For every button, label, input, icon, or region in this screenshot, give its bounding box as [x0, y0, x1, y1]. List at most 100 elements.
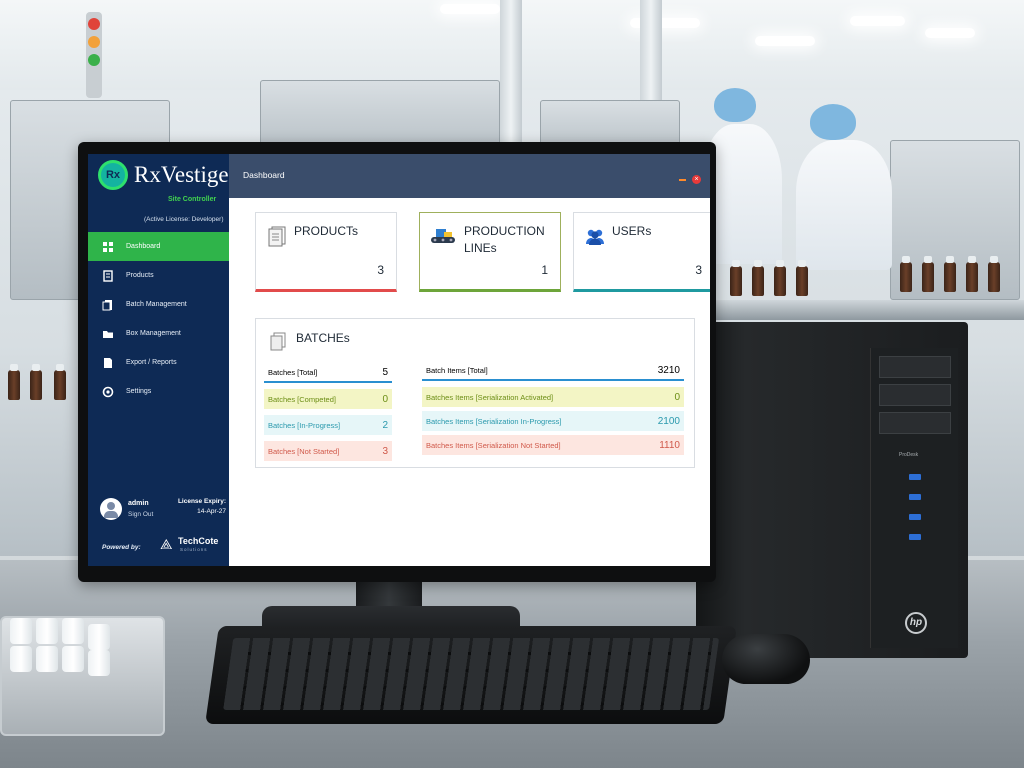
row-label: Batches [In-Progress] [268, 420, 341, 430]
keyboard[interactable] [205, 626, 737, 724]
sidebar-item-batch-management[interactable]: Batch Management [88, 290, 229, 319]
row-label: Batches [Not Started] [268, 446, 340, 456]
vendor-name: TechCote [178, 536, 219, 546]
batch-icon [102, 299, 114, 311]
batches-in-progress-row: Batches [In-Progress] 2 [264, 415, 392, 435]
mouse[interactable] [722, 634, 810, 684]
sign-out-link[interactable]: Sign Out [128, 511, 153, 518]
bottle [796, 260, 808, 296]
sidebar-item-products[interactable]: Products [88, 261, 229, 290]
powered-by-label: Powered by: [102, 544, 141, 551]
sidebar-item-label: Products [126, 272, 154, 279]
desktop-tower: ProDesk hp [696, 322, 968, 658]
row-label: Batches [Competed] [268, 394, 336, 404]
card-title: PRODUCTs [294, 224, 359, 238]
dashboard-icon [102, 241, 114, 253]
row-label: Batches Items [Serialization In-Progress… [426, 416, 562, 426]
usb-port[interactable] [909, 494, 921, 500]
production-lines-card[interactable]: PRODUCTION LINEs 1 [419, 212, 561, 292]
box-icon [102, 328, 114, 340]
row-value: 0 [382, 393, 388, 405]
batches-panel: BATCHEs Batches [Total] 5 Batches [Compe… [255, 318, 695, 468]
sidebar-item-label: Settings [126, 388, 152, 395]
card-title: USERs [612, 224, 652, 238]
row-value: 2 [382, 419, 388, 431]
conveyor [700, 300, 1024, 320]
card-value: 3 [377, 263, 384, 277]
tower-model-label: ProDesk [899, 452, 919, 458]
sidebar-item-label: Box Management [126, 330, 181, 337]
bottle [54, 364, 66, 400]
row-value: 3 [382, 445, 388, 457]
sidebar-item-export-reports[interactable]: Export / Reports [88, 348, 229, 377]
drive-bay [879, 412, 951, 434]
signal-tower [86, 12, 102, 98]
bottle [730, 260, 742, 296]
app-window: Rx RxVestige Site Controller (Active Lic… [88, 154, 710, 566]
user-panel: admin Sign Out License Expiry: 14-Apr-27 [100, 498, 228, 528]
users-card[interactable]: USERs 3 [573, 212, 710, 292]
settings-icon [102, 386, 114, 398]
ceiling-light [925, 28, 975, 38]
row-label: Batches Items [Serialization Activated] [426, 392, 554, 402]
hp-logo: hp [905, 612, 927, 634]
worker-cap [810, 104, 856, 140]
close-button[interactable]: × [692, 175, 701, 184]
bottle [30, 364, 42, 400]
documents-icon [268, 331, 288, 351]
sidebar-item-settings[interactable]: Settings [88, 377, 229, 406]
worker-cap [714, 88, 756, 122]
usb-port[interactable] [909, 514, 921, 520]
batch-items-total-row: Batch Items [Total] 3210 [422, 361, 684, 381]
sidebar: Rx RxVestige Site Controller (Active Lic… [88, 154, 229, 566]
usb-port[interactable] [909, 534, 921, 540]
conveyor-icon [430, 225, 455, 247]
sidebar-item-box-management[interactable]: Box Management [88, 319, 229, 348]
usb-port[interactable] [909, 474, 921, 480]
drive-bay [879, 384, 951, 406]
users-icon [584, 225, 606, 247]
bottle [966, 256, 978, 292]
bottle [752, 260, 764, 296]
vial [36, 646, 58, 672]
vendor-logo-icon: ⟁ [160, 536, 173, 552]
vial [10, 618, 32, 644]
logo-badge-icon: Rx [98, 160, 128, 190]
sidebar-nav: Dashboard Products Batch Management Box … [88, 232, 229, 406]
keyboard-keys[interactable] [223, 638, 720, 710]
vendor-subtitle: Solutions [180, 547, 208, 552]
batches-completed-row: Batches [Competed] 0 [264, 389, 392, 409]
bottle [900, 256, 912, 292]
vial [88, 650, 110, 676]
row-label: Batches [Total] [268, 367, 318, 377]
sidebar-item-label: Export / Reports [126, 359, 177, 366]
batches-title: BATCHEs [296, 331, 350, 345]
batch-items-not-started-row: Batches Items [Serialization Not Started… [422, 435, 684, 455]
products-card[interactable]: PRODUCTs 3 [255, 212, 397, 292]
minimize-button[interactable] [679, 179, 686, 181]
row-value: 1110 [659, 439, 680, 451]
sidebar-item-dashboard[interactable]: Dashboard [88, 232, 229, 261]
batches-total-row: Batches [Total] 5 [264, 363, 392, 383]
card-value: 1 [541, 263, 548, 277]
vendor-logo: ⟁ TechCote Solutions [160, 534, 226, 556]
ceiling-light [440, 4, 500, 14]
license-expiry-date: 14-Apr-27 [197, 508, 226, 515]
row-value: 3210 [657, 364, 680, 376]
products-icon [102, 269, 114, 282]
app-logo: Rx RxVestige [98, 160, 229, 200]
ceiling-light [850, 16, 905, 26]
batch-items-in-progress-row: Batches Items [Serialization In-Progress… [422, 411, 684, 431]
reports-icon [102, 357, 114, 369]
monitor: Rx RxVestige Site Controller (Active Lic… [78, 142, 716, 582]
vial [88, 624, 110, 650]
avatar [100, 498, 122, 520]
window-title: Dashboard [243, 170, 285, 180]
row-value: 2100 [657, 415, 680, 427]
drive-bay [879, 356, 951, 378]
bottle [8, 364, 20, 400]
bottle [922, 256, 934, 292]
sidebar-item-label: Batch Management [126, 301, 187, 308]
batch-items-activated-row: Batches Items [Serialization Activated] … [422, 387, 684, 407]
window-titlebar: Dashboard × [229, 154, 710, 198]
